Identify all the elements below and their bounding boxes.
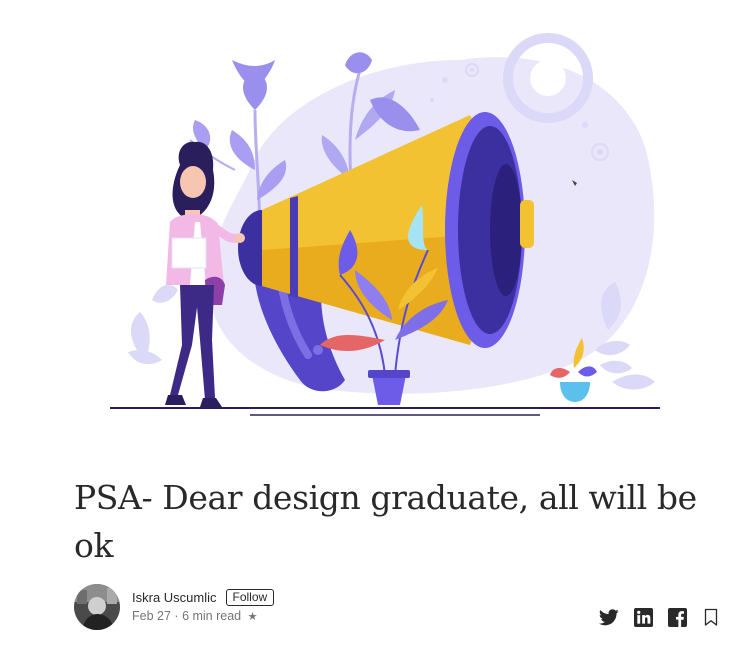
follow-button[interactable]: Follow (225, 588, 275, 606)
linkedin-icon[interactable] (632, 606, 654, 628)
article-page: PSA- Dear design graduate, all will be o… (0, 0, 749, 650)
article-info: Feb 27 · 6 min read ★ (132, 609, 257, 623)
facebook-icon[interactable] (666, 606, 688, 628)
read-time: 6 min read (182, 609, 242, 623)
publish-date[interactable]: Feb 27 (132, 609, 171, 623)
article-title: PSA- Dear design graduate, all will be o… (74, 478, 697, 565)
twitter-icon[interactable] (598, 606, 620, 628)
author-line: Iskra Uscumlic Follow (132, 587, 275, 607)
member-star-icon: ★ (247, 611, 258, 623)
hero-illustration (0, 0, 749, 440)
bookmark-icon[interactable] (700, 606, 722, 628)
author-meta: Iskra Uscumlic Follow Feb 27 · 6 min rea… (74, 584, 674, 630)
megaphone-illustration (110, 33, 660, 416)
avatar[interactable] (74, 584, 120, 630)
meta-separator: · (174, 609, 179, 623)
author-name[interactable]: Iskra Uscumlic (132, 590, 217, 605)
share-bar (598, 606, 722, 628)
